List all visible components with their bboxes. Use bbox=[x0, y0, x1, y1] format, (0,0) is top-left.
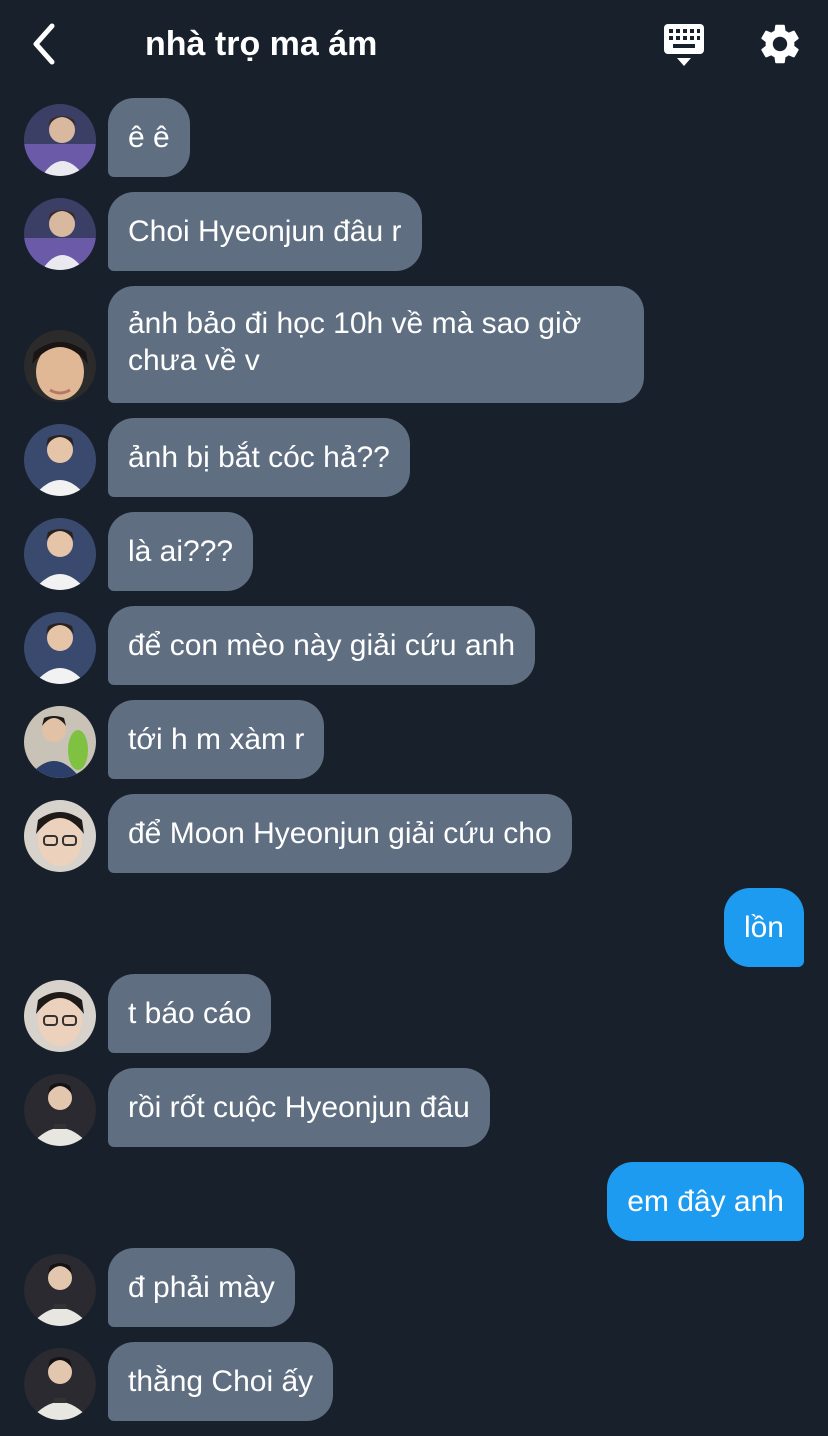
avatar-image bbox=[24, 980, 96, 1052]
chevron-left-icon bbox=[33, 23, 55, 65]
chat-header: nhà trọ ma ám bbox=[0, 0, 828, 88]
gear-icon bbox=[761, 24, 799, 64]
avatar[interactable] bbox=[24, 706, 96, 778]
message-bubble-incoming[interactable]: t báo cáo bbox=[108, 974, 272, 1053]
avatar-image bbox=[24, 1254, 96, 1326]
message-text: t báo cáo bbox=[128, 997, 252, 1030]
avatar[interactable] bbox=[24, 330, 96, 402]
conversation-title: nhà trọ ma ám bbox=[145, 25, 378, 63]
avatar-image bbox=[24, 1348, 96, 1420]
avatar[interactable] bbox=[24, 198, 96, 270]
message-bubble-outgoing[interactable]: em đây anh bbox=[607, 1162, 804, 1241]
avatar-image bbox=[24, 330, 96, 402]
avatar-image bbox=[24, 612, 96, 684]
message-bubble-incoming[interactable]: Choi Hyeonjun đâu r bbox=[108, 192, 422, 271]
message-text: thằng Choi ấy bbox=[128, 1365, 314, 1398]
avatar[interactable] bbox=[24, 612, 96, 684]
message-text: rồi rốt cuộc Hyeonjun đâu bbox=[128, 1091, 470, 1124]
message-bubble-outgoing[interactable]: lồn bbox=[723, 888, 804, 967]
avatar-image bbox=[24, 706, 96, 778]
message-bubble-incoming[interactable]: đ phải mày bbox=[108, 1248, 295, 1327]
message-bubble-incoming[interactable]: ảnh bảo đi học 10h về mà sao giờ chưa về… bbox=[108, 286, 644, 403]
message-bubble-incoming[interactable]: ê ê bbox=[108, 98, 190, 177]
back-button[interactable] bbox=[22, 20, 70, 68]
message-text: lồn bbox=[743, 911, 784, 944]
avatar[interactable] bbox=[24, 424, 96, 496]
message-bubble-incoming[interactable]: ảnh bị bắt cóc hả?? bbox=[108, 418, 410, 497]
message-text: để con mèo này giải cứu anh bbox=[128, 629, 515, 662]
message-text: ê ê bbox=[128, 121, 170, 154]
avatar-image bbox=[24, 1074, 96, 1146]
keyboard-icon bbox=[664, 24, 704, 66]
message-bubble-incoming[interactable]: là ai??? bbox=[108, 512, 254, 591]
message-bubble-incoming[interactable]: rồi rốt cuộc Hyeonjun đâu bbox=[108, 1068, 490, 1147]
message-text: tới h m xàm r bbox=[128, 723, 305, 756]
avatar[interactable] bbox=[24, 518, 96, 590]
message-bubble-incoming[interactable]: thằng Choi ấy bbox=[108, 1342, 334, 1421]
avatar-image bbox=[24, 800, 96, 872]
avatar-image bbox=[24, 198, 96, 270]
avatar[interactable] bbox=[24, 1254, 96, 1326]
message-text: ảnh bị bắt cóc hả?? bbox=[128, 441, 390, 474]
avatar[interactable] bbox=[24, 1348, 96, 1420]
message-text: để Moon Hyeonjun giải cứu cho bbox=[128, 817, 552, 850]
avatar[interactable] bbox=[24, 800, 96, 872]
message-bubble-incoming[interactable]: để con mèo này giải cứu anh bbox=[108, 606, 535, 685]
chat-screen: nhà trọ ma ám ê ê Choi Hyeonjun đâu r ản… bbox=[0, 0, 828, 1436]
avatar-image bbox=[24, 424, 96, 496]
message-text: Choi Hyeonjun đâu r bbox=[128, 215, 402, 248]
message-bubble-incoming[interactable]: tới h m xàm r bbox=[108, 700, 325, 779]
message-text: là ai??? bbox=[128, 535, 234, 568]
message-text: đ phải mày bbox=[128, 1271, 275, 1304]
avatar[interactable] bbox=[24, 1074, 96, 1146]
avatar-image bbox=[24, 104, 96, 176]
message-bubble-incoming[interactable]: để Moon Hyeonjun giải cứu cho bbox=[108, 794, 572, 873]
settings-button[interactable] bbox=[756, 20, 804, 68]
message-text: ảnh bảo đi học 10h về mà sao giờ chưa về… bbox=[128, 307, 582, 377]
message-text: em đây anh bbox=[627, 1185, 784, 1218]
avatar-image bbox=[24, 518, 96, 590]
keyboard-button[interactable] bbox=[660, 22, 708, 68]
avatar[interactable] bbox=[24, 104, 96, 176]
avatar[interactable] bbox=[24, 980, 96, 1052]
